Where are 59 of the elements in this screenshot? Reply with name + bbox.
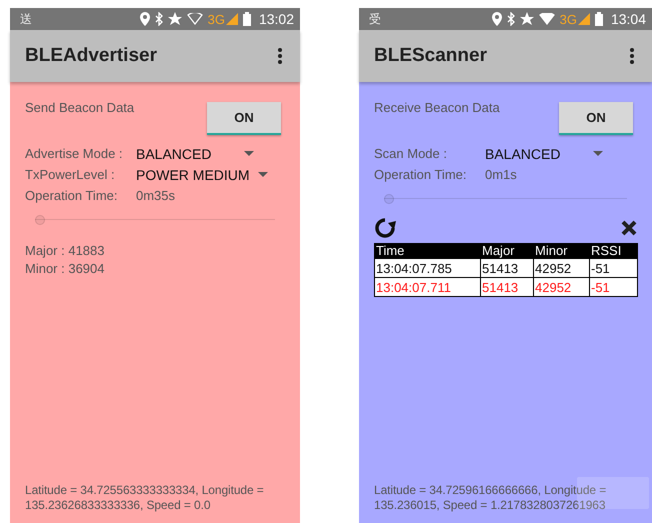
star-icon bbox=[520, 12, 534, 26]
column-header: Time bbox=[374, 244, 480, 258]
location-text: Latitude = 34.72596166666666, Longitude = 135.236015, Speed = 1.2178328037261963 bbox=[374, 483, 608, 513]
mode-dropdown[interactable]: BALANCED bbox=[136, 146, 254, 162]
setting-value: 0m1s bbox=[485, 167, 517, 182]
column-header: RSSI bbox=[590, 244, 638, 258]
app-title: BLEAdvertiser bbox=[25, 45, 157, 67]
mode-dropdown[interactable]: POWER MEDIUM bbox=[136, 166, 268, 182]
notification-icon: 受 bbox=[369, 10, 381, 28]
table-cell: 51413 bbox=[480, 258, 534, 278]
setting-label: Operation Time: bbox=[374, 167, 468, 182]
refresh-icon bbox=[374, 217, 396, 239]
menu-icon bbox=[630, 48, 634, 64]
dropdown-arrow-icon bbox=[593, 151, 603, 156]
star-icon bbox=[168, 12, 182, 26]
signal-icon bbox=[226, 13, 238, 25]
close-button[interactable] bbox=[621, 220, 637, 236]
refresh-button[interactable] bbox=[374, 217, 396, 239]
table-cell: 42952 bbox=[534, 278, 590, 296]
status-time: 13:02 bbox=[258, 11, 294, 27]
close-icon bbox=[621, 220, 637, 236]
signal-icon bbox=[578, 13, 590, 25]
app-title: BLEScanner bbox=[374, 45, 487, 67]
table-cell: -51 bbox=[590, 278, 638, 296]
beacon-info: Minor : 36904 bbox=[25, 260, 106, 278]
network-type: 3G bbox=[208, 12, 225, 26]
menu-icon bbox=[278, 48, 282, 64]
bluetooth-icon bbox=[154, 12, 163, 26]
setting-label: Advertise Mode : bbox=[25, 146, 124, 161]
table-cell: 13:04:07.711 bbox=[374, 278, 480, 296]
column-header: Major bbox=[480, 244, 534, 258]
table-cell: 51413 bbox=[480, 278, 534, 296]
slider-thumb[interactable] bbox=[35, 215, 45, 225]
table-cell: -51 bbox=[590, 258, 638, 278]
slider-thumb[interactable] bbox=[384, 194, 394, 204]
bluetooth-icon bbox=[506, 12, 515, 26]
on-toggle-button[interactable]: ON bbox=[207, 102, 281, 135]
setting-label: Scan Mode : bbox=[374, 146, 448, 161]
setting-label: TxPowerLevel : bbox=[25, 167, 116, 182]
beacon-info: Major : 41883 bbox=[25, 242, 106, 260]
mode-dropdown[interactable]: BALANCED bbox=[485, 146, 603, 162]
dropdown-arrow-icon bbox=[258, 172, 268, 177]
network-type: 3G bbox=[560, 12, 577, 26]
on-toggle-button[interactable]: ON bbox=[559, 102, 633, 135]
notification-icon: 送 bbox=[20, 10, 32, 28]
battery-icon bbox=[242, 12, 251, 26]
status-time: 13:04 bbox=[610, 11, 646, 27]
location-text: Latitude = 34.725563333333334, Longitude = 135.23626833333336, Speed = 0.0 bbox=[25, 483, 265, 513]
column-header: Minor bbox=[534, 244, 590, 258]
location-icon bbox=[492, 12, 502, 26]
setting-value: 0m35s bbox=[136, 188, 176, 203]
battery-icon bbox=[594, 12, 603, 26]
section-label: Send Beacon Data bbox=[25, 100, 134, 115]
dropdown-arrow-icon bbox=[244, 151, 254, 156]
table-cell: 13:04:07.785 bbox=[374, 258, 480, 278]
setting-label: Operation Time: bbox=[25, 188, 118, 203]
table-cell: 42952 bbox=[534, 258, 590, 278]
section-label: Receive Beacon Data bbox=[374, 100, 500, 115]
location-icon bbox=[140, 12, 150, 26]
